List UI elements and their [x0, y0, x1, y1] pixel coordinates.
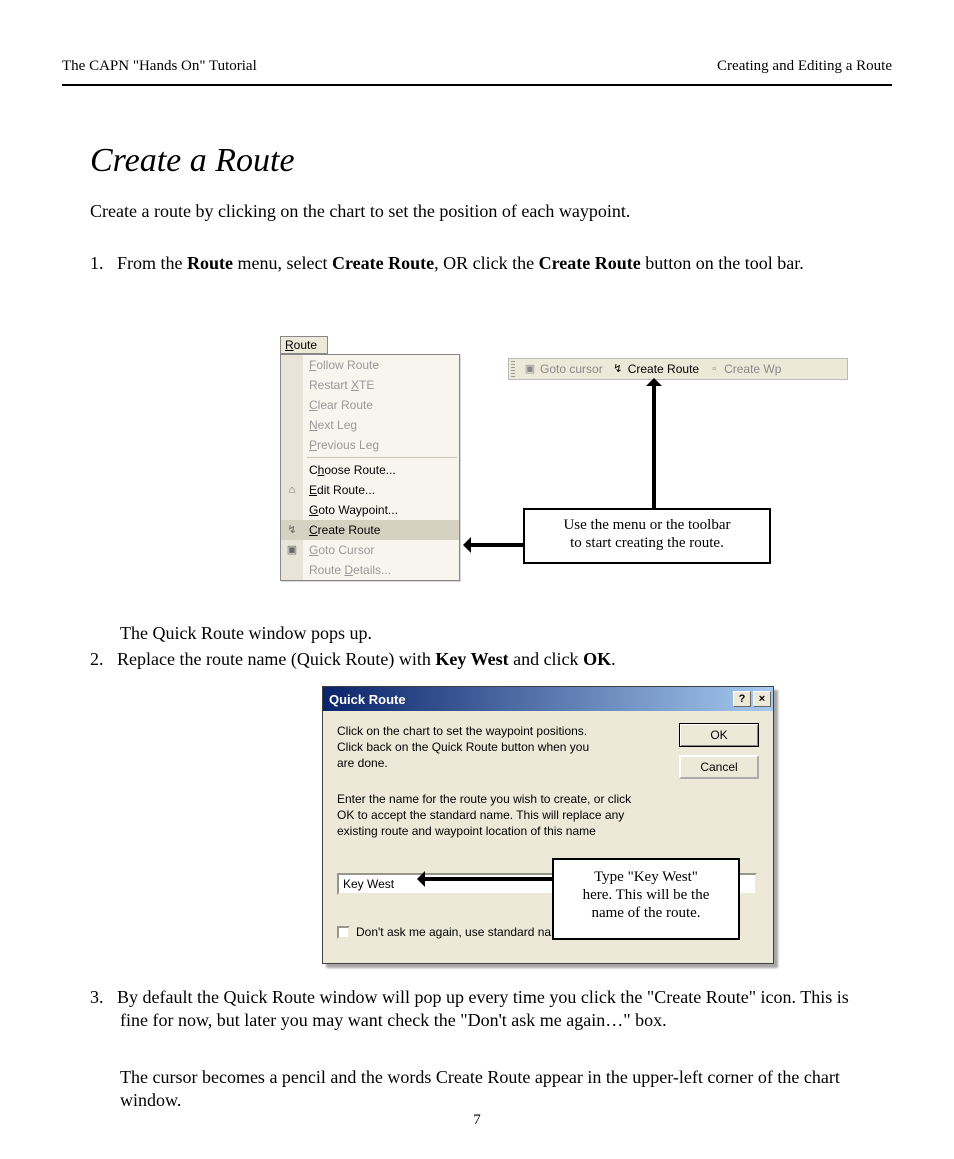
arrow-to-input — [419, 877, 552, 881]
callout-type-keywest: Type "Key West" here. This will be the n… — [552, 858, 740, 940]
step-1: 1. From the Route menu, select Create Ro… — [90, 252, 870, 275]
step-2-c: . — [611, 649, 616, 669]
menu-item-route-details[interactable]: Route Details... — [281, 560, 459, 580]
step-2-a: Replace the route name (Quick Route) wit… — [117, 649, 435, 669]
menu-item-restart-xte[interactable]: Restart XTE — [281, 375, 459, 395]
route-menu-title[interactable]: Route — [280, 336, 328, 354]
step-3-text: By default the Quick Route window will p… — [117, 987, 849, 1030]
route-menu-accel: R — [285, 338, 294, 352]
step-1-text-a: From the — [117, 253, 187, 273]
create-route-icon: ↯ — [284, 522, 300, 538]
dialog-instructions-1: Click on the chart to set the waypoint p… — [337, 723, 607, 772]
route-menu-rest: oute — [294, 338, 317, 352]
step-1-text-c: , OR click the — [434, 253, 538, 273]
step-1-text-b: menu, select — [233, 253, 332, 273]
toolbar-create-wp[interactable]: ▫Create Wp — [703, 359, 785, 379]
step-2-b: and click — [509, 649, 583, 669]
dialog-close-button[interactable]: × — [753, 691, 771, 707]
dialog-titlebar[interactable]: Quick Route ? × — [323, 687, 773, 711]
step-2-number: 2. — [90, 649, 104, 669]
menu-item-choose-route[interactable]: Choose Route... — [281, 460, 459, 480]
menu-separator — [307, 457, 457, 458]
arrow-to-toolbar — [652, 380, 656, 508]
menu-item-goto-waypoint[interactable]: Goto Waypoint... — [281, 500, 459, 520]
menu-item-follow-route[interactable]: Follow Route — [281, 355, 459, 375]
dialog-body: Click on the chart to set the waypoint p… — [323, 711, 773, 735]
toolbar-grip[interactable] — [511, 361, 515, 377]
step-1-create-route-2: Create Route — [539, 253, 641, 273]
create-wp-toolbar-icon: ▫ — [707, 362, 721, 376]
step-3: 3. By default the Quick Route window wil… — [90, 986, 870, 1031]
header-left: The CAPN "Hands On" Tutorial — [62, 58, 257, 75]
section-title: Create a Route — [90, 140, 295, 183]
step-1-number: 1. — [90, 253, 104, 273]
toolbar-goto-cursor[interactable]: ▣Goto cursor — [519, 359, 607, 379]
tail-text: The cursor becomes a pencil and the word… — [120, 1066, 860, 1111]
dialog-title: Quick Route — [329, 692, 406, 707]
step-2: 2. Replace the route name (Quick Route) … — [90, 648, 870, 671]
menu-item-edit-route[interactable]: ⌂Edit Route... — [281, 480, 459, 500]
arrow-to-menu — [465, 543, 523, 547]
callout2-line3: name of the route. — [591, 905, 700, 921]
step-3-number: 3. — [90, 987, 104, 1007]
intro-text: Create a route by clicking on the chart … — [90, 200, 850, 223]
menu-item-goto-cursor[interactable]: ▣Goto Cursor — [281, 540, 459, 560]
edit-route-icon: ⌂ — [284, 482, 300, 498]
dialog-cancel-button[interactable]: Cancel — [679, 755, 759, 779]
callout-menu-or-toolbar: Use the menu or the toolbar to start cre… — [523, 508, 771, 564]
page-number: 7 — [0, 1112, 954, 1129]
callout1-line2: to start creating the route. — [570, 535, 724, 551]
menu-item-clear-route[interactable]: Clear Route — [281, 395, 459, 415]
toolbar: ▣Goto cursor ↯Create Route ▫Create Wp — [508, 358, 848, 380]
figure-menu-toolbar: Route Follow Route Restart XTE Clear Rou… — [280, 336, 860, 611]
step-1-text-d: button on the tool bar. — [641, 253, 804, 273]
dont-ask-checkbox[interactable] — [337, 926, 350, 939]
step-2-keywest: Key West — [435, 649, 508, 669]
menu-item-create-route[interactable]: ↯Create Route — [281, 520, 459, 540]
callout2-line2: here. This will be the — [583, 887, 710, 903]
callout1-line1: Use the menu or the toolbar — [563, 517, 730, 533]
mid-text: The Quick Route window pops up. — [120, 622, 372, 645]
step-1-route-menu: Route — [187, 253, 233, 273]
goto-cursor-toolbar-icon: ▣ — [523, 362, 537, 376]
menu-item-previous-leg[interactable]: Previous Leg — [281, 435, 459, 455]
step-2-ok: OK — [583, 649, 611, 669]
dialog-ok-button[interactable]: OK — [679, 723, 759, 747]
step-1-create-route: Create Route — [332, 253, 434, 273]
menu-item-next-leg[interactable]: Next Leg — [281, 415, 459, 435]
header-rule — [62, 84, 892, 86]
callout2-line1: Type "Key West" — [594, 869, 698, 885]
header-right: Creating and Editing a Route — [717, 58, 892, 75]
route-menu-dropdown: Follow Route Restart XTE Clear Route Nex… — [280, 354, 460, 581]
create-route-toolbar-icon: ↯ — [611, 362, 625, 376]
goto-cursor-icon: ▣ — [284, 542, 300, 558]
dialog-instructions-2: Enter the name for the route you wish to… — [337, 791, 637, 840]
dialog-help-button[interactable]: ? — [733, 691, 751, 707]
